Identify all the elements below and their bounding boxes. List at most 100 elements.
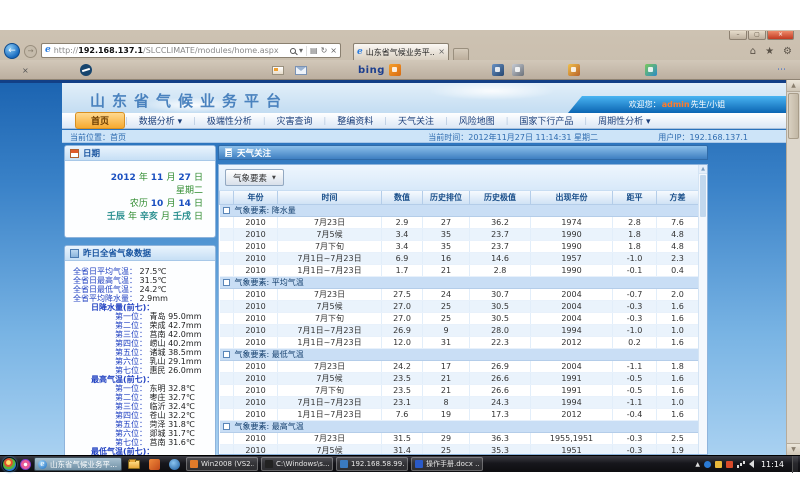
expand-box-icon[interactable] [223,207,230,214]
bing-logo[interactable]: bing [358,65,385,76]
home-icon[interactable]: ⌂ [750,46,756,57]
back-button[interactable]: ← [4,43,20,59]
browser-scrollbar[interactable]: ▲ ▼ [786,80,800,455]
bing-app-icon[interactable] [389,64,401,76]
taskbar-app-icon-1[interactable] [149,459,160,470]
new-tab-button[interactable] [453,48,469,60]
network-icon[interactable] [737,461,745,468]
table-row[interactable]: 20107月下旬27.02530.52004-0.31.6 [220,312,699,324]
search-dropdown-icon[interactable]: ▾ [299,47,303,55]
table-row[interactable]: 20107月23日24.21726.92004-1.11.8 [220,360,699,372]
table-scrollbar[interactable]: ▲ [698,165,707,454]
table-row[interactable]: 20107月23日27.52430.72004-0.72.0 [220,288,699,300]
bing-toolbar[interactable]: bing [358,64,401,76]
expand-box-icon[interactable] [223,279,230,286]
explorer-folder-icon[interactable] [128,460,140,469]
table-row[interactable]: 20107月23日31.52936.31955,1951-0.32.5 [220,432,699,444]
scroll-thumb[interactable] [788,93,799,139]
table-row[interactable]: 20101月1日~7月23日7.61917.32012-0.41.6 [220,408,699,420]
nav-item-6[interactable]: 风险地图 [448,114,506,127]
group-header-row[interactable]: 气象要素: 最高气温 [220,420,699,432]
maximize-button[interactable]: ▢ [748,31,766,40]
table-row[interactable]: 20101月1日~7月23日12.03122.320120.21.6 [220,336,699,348]
nav-item-4[interactable]: 整编资料 [326,114,384,127]
favorites-star-icon[interactable]: ★ [765,46,774,57]
nav-item-8[interactable]: 周期性分析 ▾ [587,114,661,127]
search-icon[interactable] [290,48,296,54]
table-row[interactable]: 20107月下旬3.43523.719901.84.8 [220,240,699,252]
table-scroll-thumb[interactable] [700,175,706,217]
nav-item-7[interactable]: 国家下行产品 [508,114,584,127]
scroll-up-icon[interactable]: ▲ [787,80,800,92]
caption-buttons: – ▢ × [729,31,794,40]
nav-item-1[interactable]: 数据分析 ▾ [128,114,193,127]
weather-stat-value: 24.2℃ [140,285,167,294]
pinned-app-icon[interactable] [20,459,31,470]
taskbar-button-icon [265,460,273,468]
table-row[interactable]: 20107月5候31.42535.31951-0.31.9 [220,444,699,455]
forward-button[interactable]: → [24,45,37,58]
refresh-icon[interactable]: ↻ [321,47,328,55]
volume-icon[interactable] [749,460,754,468]
table-row[interactable]: 20107月1日~7月23日26.9928.01994-1.01.0 [220,324,699,336]
table-row[interactable]: 20107月1日~7月23日6.91614.61957-1.02.3 [220,252,699,264]
taskbar-clock[interactable]: 11:14 [758,460,787,469]
address-bar[interactable]: e http://192.168.137.1/SLCCLIMATE/module… [41,43,341,58]
table-cell: 2.9 [382,216,423,228]
scroll-down-icon[interactable]: ▼ [787,443,800,455]
table-row[interactable]: 20101月1日~7月23日1.7212.81990-0.10.4 [220,264,699,276]
taskbar-button-3[interactable]: 操作手册.docx ... [411,457,483,471]
table-cell: 1.8 [613,228,657,240]
nav-item-3[interactable]: 灾害查询 [266,114,324,127]
expand-box-icon[interactable] [223,423,230,430]
minimize-button[interactable]: – [729,31,747,40]
table-row[interactable]: 20107月1日~7月23日23.1824.31994-1.11.0 [220,396,699,408]
tray-update-icon[interactable] [704,461,711,468]
addon-logo-icon[interactable] [80,64,92,76]
tools-gear-icon[interactable]: ⚙ [783,46,792,57]
browser-tab[interactable]: e 山东省气候业务平... × [353,43,449,60]
stop-icon[interactable]: × [330,47,337,55]
mail-icon[interactable] [295,66,307,75]
toolbar-close-icon[interactable]: × [22,66,29,75]
compatibility-view-icon[interactable]: ▤ [310,47,318,55]
addon-icon-3[interactable] [568,64,580,76]
close-button[interactable]: × [767,31,794,40]
table-scroll-up-icon[interactable]: ▲ [699,165,707,174]
table-row[interactable]: 20107月5候23.52126.61991-0.51.6 [220,372,699,384]
tray-warning-icon[interactable] [715,461,722,468]
welcome-username: admin [662,100,690,109]
tray-flag-icon[interactable] [726,461,733,468]
taskbar-button-0[interactable]: Win2008 (VS2... [186,457,258,471]
tray-show-hidden-icon[interactable]: ▲ [695,461,700,468]
table-row[interactable]: 20107月5候27.02530.52004-0.31.6 [220,300,699,312]
nav-item-5[interactable]: 天气关注 [387,114,445,127]
main-panel-box: 气象要素 ▼ 年份时间数值历史排位历史极值出现年份距平方差气象要素: 降水量20… [218,164,708,455]
taskbar-app-icon-2[interactable] [169,459,180,470]
element-filter-button[interactable]: 气象要素 ▼ [225,169,284,186]
group-header-row[interactable]: 气象要素: 最低气温 [220,348,699,360]
table-cell: 1990 [531,240,613,252]
taskbar-button-1[interactable]: C:\Windows\s... [261,457,333,471]
start-button[interactable] [2,457,17,472]
addon-icon-2[interactable] [512,64,524,76]
table-cell: 1.6 [657,384,699,396]
nav-item-0[interactable]: 首页 [75,112,125,129]
window-titlebar[interactable]: – ▢ × [0,30,800,41]
addon-icon-1[interactable] [492,64,504,76]
url-text[interactable]: http://192.168.137.1/SLCCLIMATE/modules/… [54,46,287,55]
table-row[interactable]: 20107月下旬23.52126.61991-0.51.6 [220,384,699,396]
group-header-row[interactable]: 气象要素: 降水量 [220,204,699,216]
tab-close-icon[interactable]: × [438,48,445,56]
card-reader-icon[interactable] [272,66,284,75]
expand-box-icon[interactable] [223,351,230,358]
table-row[interactable]: 20107月23日2.92736.219742.87.6 [220,216,699,228]
group-header-row[interactable]: 气象要素: 平均气温 [220,276,699,288]
taskbar-active-window[interactable]: e 山东省气候业务平... [34,457,122,471]
table-row[interactable]: 20107月5候3.43523.719901.84.8 [220,228,699,240]
show-desktop-button[interactable] [792,456,798,473]
taskbar-button-2[interactable]: 192.168.58.99... [336,457,408,471]
toolbar-more-icon[interactable]: ⋯ [777,65,788,75]
nav-item-2[interactable]: 极端性分析 [196,114,263,127]
addon-icon-4[interactable] [645,64,657,76]
